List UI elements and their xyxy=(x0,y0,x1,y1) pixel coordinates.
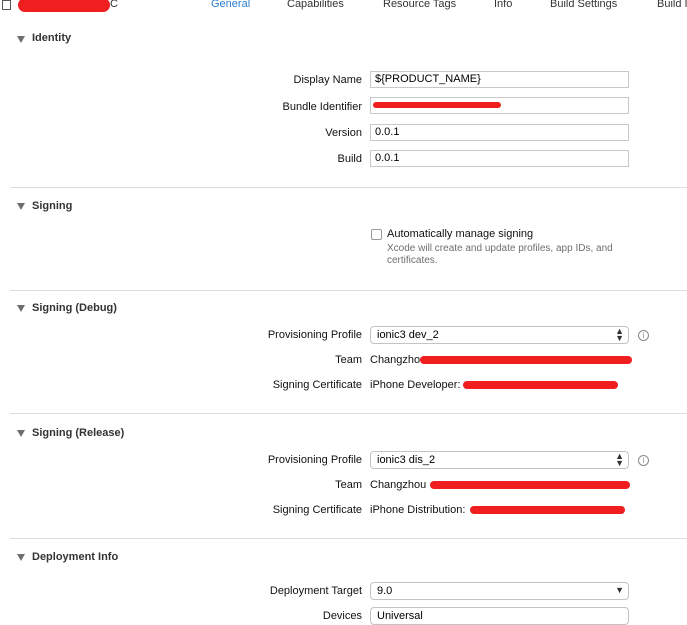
release-team-label: Team xyxy=(335,479,362,491)
signing-debug-section-title: Signing (Debug) xyxy=(32,302,117,314)
tab-build-settings[interactable]: Build Settings xyxy=(550,0,617,10)
display-name-field[interactable]: ${PRODUCT_NAME} xyxy=(370,71,629,88)
editor-tab-bar: C General Capabilities Resource Tags Inf… xyxy=(0,0,687,13)
signing-debug-disclosure-icon[interactable] xyxy=(17,305,25,312)
section-divider xyxy=(10,187,687,188)
signing-section-title: Signing xyxy=(32,200,73,212)
bundle-identifier-field[interactable] xyxy=(370,97,629,114)
info-circle-icon[interactable]: i xyxy=(638,455,649,466)
build-label: Build xyxy=(337,153,362,165)
redacted-debug-team xyxy=(420,356,632,364)
debug-signing-certificate-value: iPhone Developer: xyxy=(370,379,461,391)
redacted-bundle-id xyxy=(373,102,501,108)
debug-provisioning-profile-popup[interactable]: ionic3 dev_2 ▲ ▼ xyxy=(370,326,629,344)
identity-disclosure-icon[interactable] xyxy=(17,36,25,43)
tab-capabilities[interactable]: Capabilities xyxy=(287,0,344,10)
deployment-section-title: Deployment Info xyxy=(32,551,119,563)
redacted-release-certificate xyxy=(470,506,625,514)
release-provisioning-profile-label: Provisioning Profile xyxy=(267,454,362,466)
release-signing-certificate-label: Signing Certificate xyxy=(272,504,362,516)
sidebar-toggle-icon[interactable] xyxy=(2,0,11,10)
signing-disclosure-icon[interactable] xyxy=(17,203,25,210)
display-name-label: Display Name xyxy=(293,74,362,86)
chevron-down-icon: ▼ xyxy=(615,585,624,595)
debug-team-value: Changzhou xyxy=(370,354,427,366)
debug-signing-certificate-label: Signing Certificate xyxy=(272,379,362,391)
signing-release-section-title: Signing (Release) xyxy=(32,427,125,439)
debug-team-label: Team xyxy=(335,354,362,366)
redacted-target-name xyxy=(18,0,110,12)
version-label: Version xyxy=(325,127,362,139)
redacted-release-team xyxy=(430,481,630,489)
tab-resource-tags[interactable]: Resource Tags xyxy=(383,0,456,10)
up-down-chevron-icon: ▲ ▼ xyxy=(615,326,624,343)
bundle-identifier-label: Bundle Identifier xyxy=(282,101,363,113)
section-divider xyxy=(10,538,687,539)
tab-build-rules[interactable]: Build I xyxy=(657,0,687,10)
release-provisioning-profile-value: ionic3 dis_2 xyxy=(377,454,436,466)
deployment-target-label: Deployment Target xyxy=(269,585,362,597)
tab-info[interactable]: Info xyxy=(494,0,512,10)
section-divider xyxy=(10,413,687,414)
deployment-disclosure-icon[interactable] xyxy=(17,554,25,561)
devices-label: Devices xyxy=(322,610,362,622)
auto-manage-signing-label[interactable]: Automatically manage signing xyxy=(387,228,533,240)
release-provisioning-profile-popup[interactable]: ionic3 dis_2 ▲ ▼ xyxy=(370,451,629,469)
up-down-chevron-icon: ▲ ▼ xyxy=(615,451,624,468)
release-team-value: Changzhou xyxy=(370,479,427,491)
auto-manage-signing-note: Xcode will create and update profiles, a… xyxy=(387,243,613,266)
tab-general[interactable]: General xyxy=(211,0,250,10)
devices-value: Universal xyxy=(377,610,423,622)
build-field[interactable]: 0.0.1 xyxy=(370,150,629,167)
release-signing-certificate-value: iPhone Distribution: xyxy=(370,504,466,516)
debug-provisioning-profile-value: ionic3 dev_2 xyxy=(377,329,439,341)
version-field[interactable]: 0.0.1 xyxy=(370,124,629,141)
target-name-suffix[interactable]: C xyxy=(110,0,118,10)
deployment-target-combo[interactable]: 9.0 ▼ xyxy=(370,582,629,600)
deployment-target-value: 9.0 xyxy=(377,585,393,597)
auto-manage-signing-checkbox[interactable] xyxy=(371,229,382,240)
signing-release-disclosure-icon[interactable] xyxy=(17,430,25,437)
debug-provisioning-profile-label: Provisioning Profile xyxy=(267,329,362,341)
identity-section-title: Identity xyxy=(32,32,72,44)
redacted-debug-certificate xyxy=(463,381,618,389)
info-circle-icon[interactable]: i xyxy=(638,330,649,341)
section-divider xyxy=(10,290,687,291)
devices-popup[interactable]: Universal xyxy=(370,607,629,625)
